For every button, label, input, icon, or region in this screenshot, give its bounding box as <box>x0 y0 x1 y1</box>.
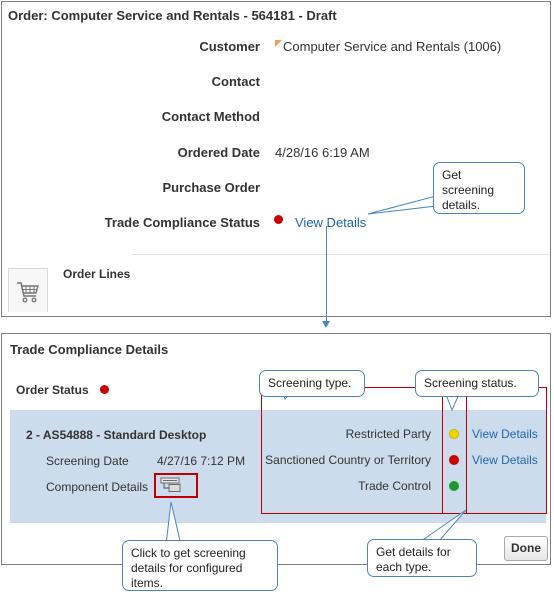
screening-status-sanctioned-country <box>449 455 459 465</box>
view-details-sanctioned-country-link[interactable]: View Details <box>472 453 538 467</box>
order-lines-tab[interactable] <box>8 268 48 312</box>
customer-value: Computer Service and Rentals (1006) <box>283 39 502 54</box>
order-title: Order: Computer Service and Rentals - 56… <box>8 8 337 23</box>
cart-icon <box>17 282 39 303</box>
order-status-label: Order Status <box>16 383 89 397</box>
screening-date-label: Screening Date <box>46 454 129 468</box>
connector-arrow-icon <box>322 321 330 328</box>
component-details-label: Component Details <box>46 480 149 494</box>
purchase-order-label: Purchase Order <box>162 180 260 195</box>
trade-compliance-title: Trade Compliance Details <box>10 342 169 357</box>
screening-type-highlight <box>261 387 443 514</box>
screening-type-trade-control: Trade Control <box>358 479 431 493</box>
callout-screening-type: Screening type. <box>259 370 365 397</box>
component-details-icon[interactable] <box>160 477 182 493</box>
screening-type-sanctioned-country: Sanctioned Country or Territory <box>265 453 431 467</box>
callout-get-screening-details: Get screening details. <box>433 162 525 214</box>
trade-compliance-panel: Trade Compliance Details Order Status 2 … <box>1 333 551 565</box>
order-status-dot <box>100 385 109 394</box>
connector-line <box>326 226 327 322</box>
ordered-date-value: 4/28/16 6:19 AM <box>275 145 370 160</box>
order-panel: Order: Computer Service and Rentals - 56… <box>1 1 551 317</box>
order-divider <box>132 254 550 255</box>
trade-compliance-status-label: Trade Compliance Status <box>104 215 260 230</box>
screening-status-trade-control <box>449 481 459 491</box>
screening-type-restricted-party: Restricted Party <box>345 427 431 441</box>
view-details-link[interactable]: View Details <box>295 215 366 230</box>
screening-details-highlight <box>466 387 547 514</box>
contact-method-label: Contact Method <box>161 109 260 124</box>
customer-flag-icon <box>275 40 282 47</box>
order-line-title: 2 - AS54888 - Standard Desktop <box>26 428 207 442</box>
order-lines-label: Order Lines <box>63 267 131 281</box>
customer-label: Customer <box>199 39 260 54</box>
callout-screening-status: Screening status. <box>415 370 539 397</box>
screening-date-value: 4/27/16 7:12 PM <box>157 454 246 468</box>
ordered-date-label: Ordered Date <box>177 145 260 160</box>
trade-compliance-status-dot <box>274 215 283 224</box>
view-details-restricted-party-link[interactable]: View Details <box>472 427 538 441</box>
callout-get-details-each-type: Get details for each type. <box>367 539 477 577</box>
callout-click-configured-items: Click to get screening details for confi… <box>122 540 278 591</box>
screening-status-highlight <box>442 387 467 514</box>
contact-label: Contact <box>211 74 260 89</box>
done-button[interactable]: Done <box>504 536 548 561</box>
screening-status-restricted-party <box>449 429 459 439</box>
